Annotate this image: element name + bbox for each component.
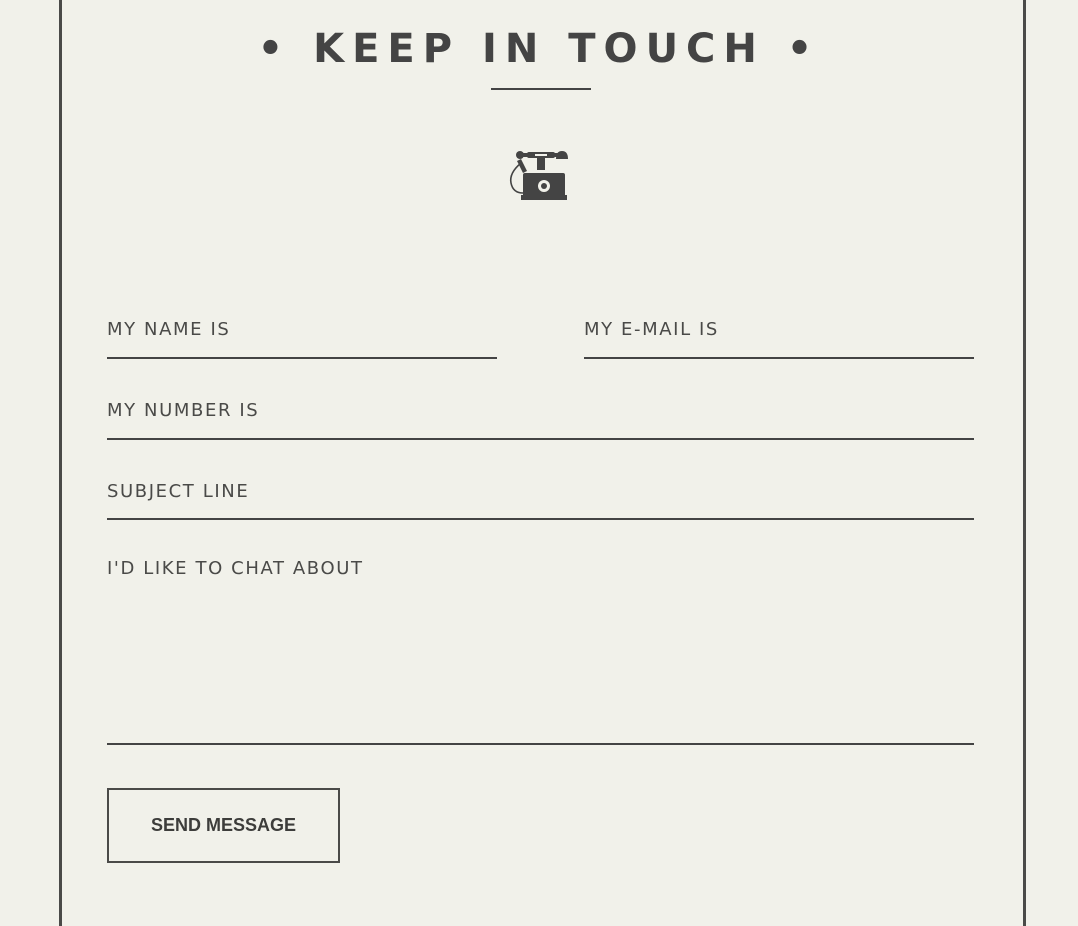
title-underline — [491, 88, 591, 90]
name-input[interactable] — [107, 312, 497, 346]
subject-input[interactable] — [107, 474, 974, 508]
vintage-telephone-icon — [509, 151, 568, 200]
message-textarea[interactable] — [107, 558, 974, 738]
message-field-wrapper — [107, 558, 974, 745]
email-field-wrapper — [584, 312, 974, 359]
number-field-wrapper — [107, 393, 974, 440]
phone-number-input[interactable] — [107, 393, 974, 427]
name-field-wrapper — [107, 312, 497, 359]
email-input[interactable] — [584, 312, 974, 346]
send-message-button[interactable]: SEND MESSAGE — [107, 788, 340, 863]
page-title: • KEEP IN TOUCH • — [257, 26, 821, 72]
subject-field-wrapper — [107, 474, 974, 520]
